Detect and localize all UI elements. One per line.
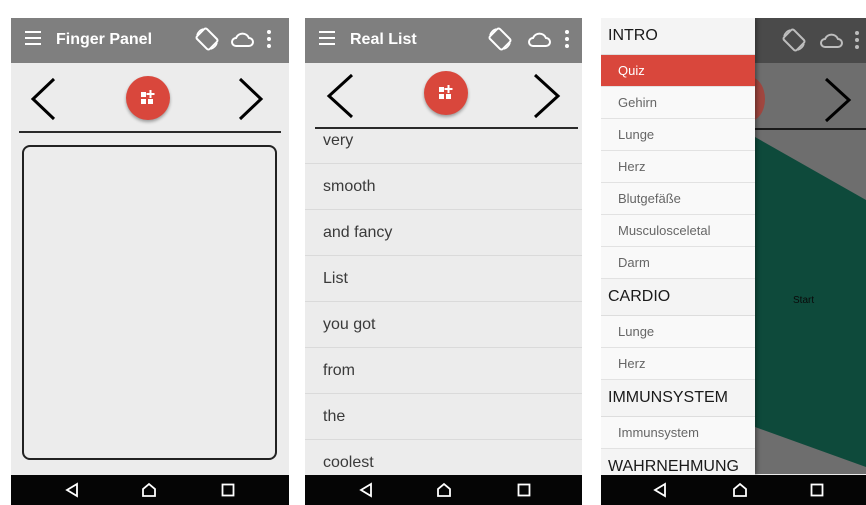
list-item[interactable]: and fancy [305,210,582,256]
app-bar-title: Finger Panel [56,31,153,48]
grid-add-button[interactable] [126,76,170,120]
app-bar: Finger Panel [11,18,289,63]
list-item[interactable]: List [305,256,582,302]
menu-icon[interactable] [25,31,41,49]
grid-add-icon [141,90,155,104]
real-list-screen: Real List very smooth and fancy List you… [305,18,582,505]
more-vert-icon [855,31,859,49]
grid-add-button [755,77,765,121]
drawer-item[interactable]: Lunge [601,119,755,151]
back-icon[interactable] [652,482,668,498]
finger-panel-screen: Finger Panel [11,18,289,505]
home-icon[interactable] [732,482,748,498]
recents-icon[interactable] [516,482,532,498]
cloud-icon[interactable] [230,30,254,48]
chevron-right-icon[interactable] [532,72,562,120]
more-vert-icon[interactable] [565,30,569,51]
list-item[interactable]: the [305,394,582,440]
list-item[interactable]: smooth [305,164,582,210]
divider [19,131,281,133]
cloud-icon[interactable] [527,30,551,48]
screen-rotation-icon[interactable] [194,26,220,52]
list-item[interactable]: from [305,348,582,394]
chevron-left-icon[interactable] [29,76,57,122]
app-bar-title: Real List [350,31,417,48]
drawer-item[interactable]: Lunge [601,316,755,348]
back-icon[interactable] [64,482,80,498]
finger-drawing-panel[interactable] [22,145,277,460]
home-icon[interactable] [141,482,157,498]
real-list[interactable]: very smooth and fancy List you got from … [305,130,582,475]
system-navbar [305,475,582,505]
cloud-icon [820,33,843,48]
drawer-item[interactable]: Gehirn [601,87,755,119]
chevron-right-icon[interactable] [237,76,265,122]
list-item[interactable]: coolest [305,440,582,475]
screen-rotation-icon[interactable] [487,26,513,52]
grid-add-icon [439,85,453,99]
home-icon[interactable] [436,482,452,498]
navigation-drawer: INTRO Quiz Gehirn Lunge Herz Blutgefäße … [601,18,755,475]
drawer-screen: Start INTRO Quiz Gehirn Lunge Herz Blutg… [601,18,866,505]
screen-rotation-icon [782,28,806,52]
chevron-right-icon [824,77,852,123]
drawer-section-header: INTRO [601,18,755,55]
system-navbar [601,475,866,505]
drawer-section-header: WAHRNEHMUNG [601,449,755,475]
system-navbar [11,475,289,505]
chevron-left-icon[interactable] [325,72,355,120]
more-vert-icon[interactable] [267,30,271,51]
list-item[interactable]: very [305,130,582,164]
back-icon[interactable] [358,482,374,498]
app-bar: Real List [305,18,582,63]
drawer-section-header: IMMUNSYSTEM [601,380,755,417]
recents-icon[interactable] [809,482,825,498]
menu-icon[interactable] [319,31,335,49]
drawer-item[interactable]: Blutgefäße [601,183,755,215]
drawer-item[interactable]: Herz [601,151,755,183]
canvas-label: Start [793,295,815,306]
drawer-item[interactable]: Herz [601,348,755,380]
divider [315,127,578,129]
list-item[interactable]: you got [305,302,582,348]
drawer-item[interactable]: Immunsystem [601,417,755,449]
grid-add-button[interactable] [424,71,468,115]
recents-icon[interactable] [220,482,236,498]
drawer-item[interactable]: Musculosceletal [601,215,755,247]
drawer-item[interactable]: Quiz [601,55,755,87]
drawer-section-header: CARDIO [601,279,755,316]
drawer-item[interactable]: Darm [601,247,755,279]
app-bar [755,18,866,63]
dimmed-content[interactable]: Start [755,18,866,474]
